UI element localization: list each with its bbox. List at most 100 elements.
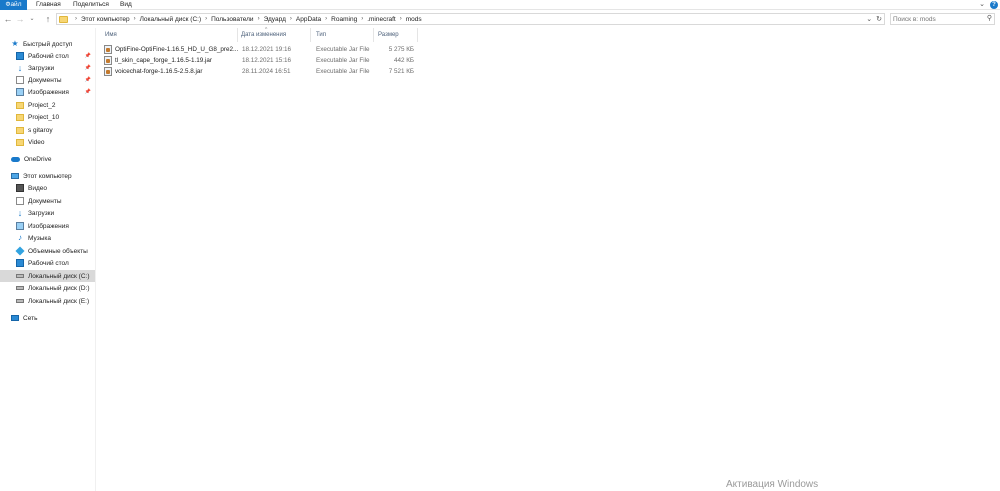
star-icon: ★ bbox=[11, 39, 19, 48]
sidebar-item-project-2[interactable]: Project_2 bbox=[16, 99, 95, 111]
sidebar-item-s-gitaroy[interactable]: s gitaroy bbox=[16, 124, 95, 136]
breadcrumb-mods[interactable]: mods bbox=[406, 16, 422, 23]
sidebar-item-pc-desktop[interactable]: Рабочий стол bbox=[16, 257, 95, 269]
sidebar-item-this-pc[interactable]: Этот компьютер bbox=[11, 170, 106, 182]
file-name: voicechat-forge-1.16.5-2.5.8.jar bbox=[115, 68, 203, 75]
back-icon[interactable]: ← bbox=[3, 13, 13, 25]
drive-icon bbox=[16, 274, 24, 278]
sidebar-item-pc-downloads[interactable]: ↓ Загрузки bbox=[16, 207, 95, 219]
breadcrumb-user[interactable]: Эдуард bbox=[264, 16, 286, 23]
sidebar-item-label: Рабочий стол bbox=[28, 52, 69, 60]
sidebar-item-downloads[interactable]: ↓ Загрузки 📌 bbox=[16, 62, 95, 74]
file-type: Executable Jar File bbox=[316, 46, 370, 53]
sidebar-item-pc-video[interactable]: Видео bbox=[16, 182, 95, 194]
sidebar-item-drive-d[interactable]: Локальный диск (D:) bbox=[16, 282, 95, 294]
documents-icon bbox=[16, 76, 24, 84]
file-row[interactable]: OptiFine-OptiFine-1.16.5_HD_U_G8_pre2...… bbox=[104, 44, 424, 55]
chevron-right-icon[interactable]: › bbox=[290, 16, 292, 22]
refresh-icon[interactable]: ↻ bbox=[876, 15, 882, 23]
sidebar-item-label: OneDrive bbox=[24, 155, 52, 163]
sidebar-item-onedrive[interactable]: OneDrive bbox=[11, 153, 106, 165]
sidebar-item-video-folder[interactable]: Video bbox=[16, 136, 95, 148]
address-bar[interactable]: › Этот компьютер › Локальный диск (C:) ›… bbox=[56, 13, 885, 25]
sidebar-item-pc-music[interactable]: ♪ Музыка bbox=[16, 232, 95, 244]
sidebar-item-drive-e[interactable]: Локальный диск (E:) bbox=[16, 295, 95, 307]
navigation-bar: ← → ⌄ ↑ › Этот компьютер › Локальный дис… bbox=[0, 11, 1000, 27]
chevron-right-icon[interactable]: › bbox=[134, 16, 136, 22]
forward-icon[interactable]: → bbox=[15, 13, 25, 25]
sidebar-item-label: Локальный диск (E:) bbox=[28, 297, 90, 305]
file-date: 18.12.2021 15:16 bbox=[242, 57, 292, 64]
sidebar-item-desktop[interactable]: Рабочий стол 📌 bbox=[16, 50, 95, 62]
breadcrumb-minecraft[interactable]: .minecraft bbox=[367, 16, 396, 23]
file-name-cell: tl_skin_cape_forge_1.16.5-1.19.jar bbox=[104, 55, 239, 66]
sidebar-item-drive-c[interactable]: Локальный диск (C:) bbox=[0, 270, 95, 282]
chevron-right-icon[interactable]: › bbox=[400, 16, 402, 22]
sidebar-item-network[interactable]: Сеть bbox=[11, 312, 106, 324]
pin-icon: 📌 bbox=[84, 65, 91, 71]
ribbon-tabs: Файл Главная Поделиться Вид ⌄ ? bbox=[0, 0, 1000, 10]
downloads-icon: ↓ bbox=[17, 208, 23, 218]
sidebar-item-pc-3d-objects[interactable]: Объемные объекты bbox=[15, 245, 95, 257]
address-dropdown-icon[interactable]: ⌄ bbox=[866, 15, 872, 23]
sidebar-item-label: Изображения bbox=[28, 88, 69, 96]
column-divider[interactable] bbox=[373, 28, 374, 42]
folder-icon bbox=[59, 15, 68, 23]
file-row[interactable]: voicechat-forge-1.16.5-2.5.8.jar 28.11.2… bbox=[104, 66, 424, 77]
chevron-right-icon[interactable]: › bbox=[361, 16, 363, 22]
sidebar-item-quick-access[interactable]: ★ Быстрый доступ bbox=[11, 38, 106, 50]
tab-file[interactable]: Файл bbox=[0, 0, 27, 10]
sidebar-item-label: Изображения bbox=[28, 222, 69, 230]
file-size: 5 275 КБ bbox=[388, 46, 414, 53]
column-header-date[interactable]: Дата изменения bbox=[241, 32, 286, 38]
tab-view[interactable]: Вид bbox=[120, 0, 132, 10]
documents-icon bbox=[16, 197, 24, 205]
breadcrumb-users[interactable]: Пользователи bbox=[211, 16, 253, 23]
search-box[interactable]: ⚲ bbox=[890, 13, 995, 25]
desktop-icon bbox=[16, 259, 24, 267]
folder-icon bbox=[16, 138, 24, 146]
folder-icon bbox=[16, 113, 24, 121]
sidebar-item-label: Загрузки bbox=[28, 209, 55, 217]
help-icon[interactable]: ? bbox=[990, 1, 998, 9]
tab-home[interactable]: Главная bbox=[36, 0, 61, 10]
drive-icon bbox=[16, 286, 24, 290]
expand-ribbon-icon[interactable]: ⌄ bbox=[979, 0, 985, 10]
recent-locations-icon[interactable]: ⌄ bbox=[27, 13, 37, 25]
column-divider[interactable] bbox=[310, 28, 311, 42]
column-header-size[interactable]: Размер bbox=[378, 32, 399, 38]
file-row[interactable]: tl_skin_cape_forge_1.16.5-1.19.jar 18.12… bbox=[104, 55, 424, 66]
breadcrumb-appdata[interactable]: AppData bbox=[296, 16, 321, 23]
column-divider[interactable] bbox=[417, 28, 418, 42]
file-type: Executable Jar File bbox=[316, 57, 370, 64]
sidebar-item-label: s gitaroy bbox=[28, 126, 53, 134]
sidebar-item-pictures[interactable]: Изображения 📌 bbox=[16, 86, 95, 98]
search-input[interactable] bbox=[891, 14, 983, 24]
breadcrumb-roaming[interactable]: Roaming bbox=[331, 16, 357, 23]
address-bar-controls: ⌄ ↻ bbox=[866, 14, 884, 24]
column-header-name[interactable]: Имя bbox=[105, 32, 117, 38]
column-header-type[interactable]: Тип bbox=[316, 32, 326, 38]
chevron-right-icon[interactable]: › bbox=[75, 16, 77, 22]
breadcrumb-drive-c[interactable]: Локальный диск (C:) bbox=[140, 16, 202, 23]
sidebar-item-label: Рабочий стол bbox=[28, 259, 69, 267]
up-icon[interactable]: ↑ bbox=[43, 13, 53, 25]
music-icon: ♪ bbox=[18, 233, 22, 242]
column-divider[interactable] bbox=[237, 28, 238, 42]
jar-file-icon bbox=[104, 67, 112, 76]
windows-activation-watermark: Активация Windows bbox=[726, 479, 819, 490]
chevron-right-icon[interactable]: › bbox=[258, 16, 260, 22]
chevron-right-icon[interactable]: › bbox=[205, 16, 207, 22]
chevron-right-icon[interactable]: › bbox=[325, 16, 327, 22]
sidebar-item-pc-pictures[interactable]: Изображения bbox=[16, 220, 95, 232]
breadcrumb-this-pc[interactable]: Этот компьютер bbox=[81, 16, 130, 23]
file-date: 18.12.2021 19:16 bbox=[242, 46, 292, 53]
sidebar-item-pc-documents[interactable]: Документы bbox=[16, 195, 95, 207]
pin-icon: 📌 bbox=[84, 77, 91, 83]
jar-file-icon bbox=[104, 56, 112, 65]
tab-share[interactable]: Поделиться bbox=[73, 0, 109, 10]
sidebar-item-project-10[interactable]: Project_10 bbox=[16, 111, 95, 123]
file-name: OptiFine-OptiFine-1.16.5_HD_U_G8_pre2... bbox=[115, 46, 239, 53]
sidebar-item-documents[interactable]: Документы 📌 bbox=[16, 74, 95, 86]
sidebar-item-label: Загрузки bbox=[28, 64, 55, 72]
